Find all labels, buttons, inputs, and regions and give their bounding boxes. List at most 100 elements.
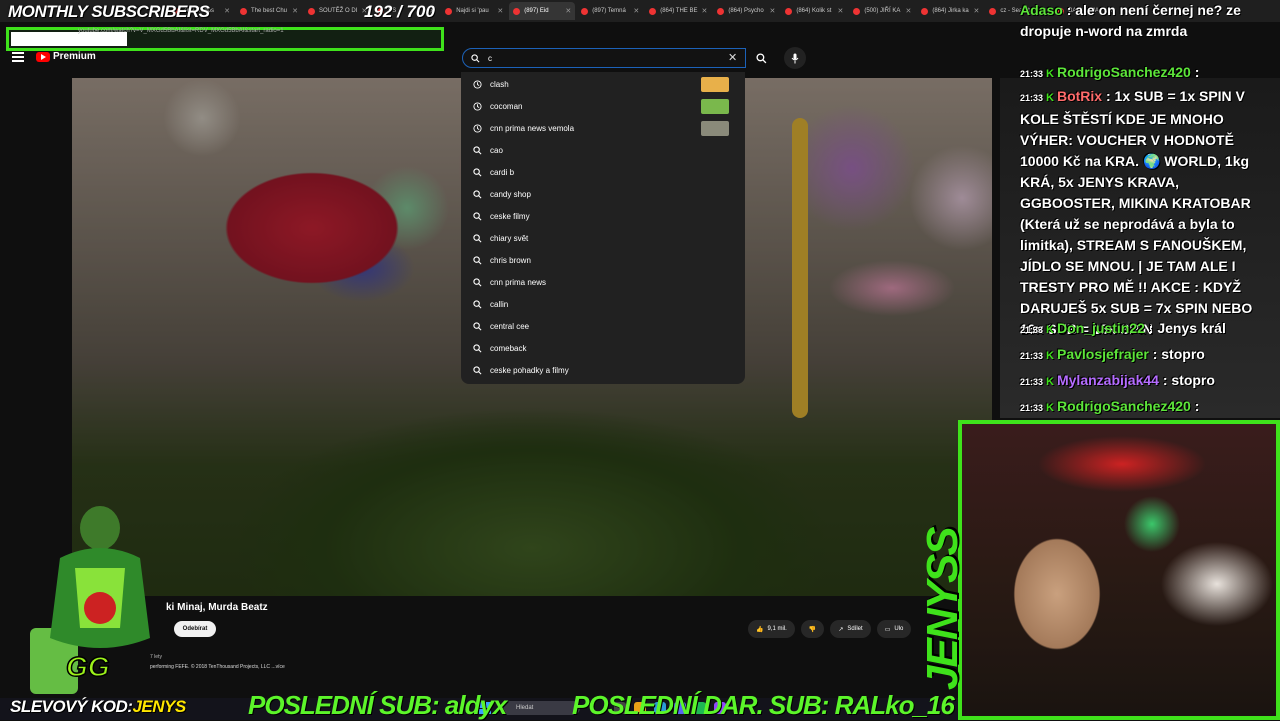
close-tab-icon[interactable]: ✕ — [973, 7, 979, 15]
suggestion-text: clash — [490, 79, 509, 89]
taskbar-search-input[interactable]: Hledat — [500, 701, 580, 715]
youtube-premium-label: Premium — [53, 51, 96, 62]
search-suggestion[interactable]: ceske filmy — [461, 205, 745, 227]
search-icon — [473, 365, 482, 374]
chat-username[interactable]: Adaso — [1020, 2, 1063, 18]
suggestion-text: chiary svět — [490, 233, 529, 243]
search-suggestion[interactable]: chiary svět — [461, 227, 745, 249]
search-query: c — [488, 53, 492, 63]
like-button[interactable]: 👍 9,1 mil. — [748, 620, 795, 638]
close-tab-icon[interactable]: ✕ — [292, 7, 298, 15]
close-tab-icon[interactable]: ✕ — [497, 7, 503, 15]
chat-username[interactable]: Don_justin22 — [1057, 320, 1145, 336]
browser-tab[interactable]: Najdi si 'pau ✕ — [441, 2, 507, 20]
close-tab-icon[interactable]: ✕ — [224, 7, 230, 15]
kick-badge-icon: K — [1046, 68, 1054, 80]
video-description[interactable]: performing FEFE. © 2018 TenThousand Proj… — [150, 664, 285, 670]
search-suggestion[interactable]: callin — [461, 293, 745, 315]
favicon-icon — [785, 7, 793, 15]
chat-username[interactable]: BotRix — [1057, 88, 1102, 104]
search-suggestion[interactable]: comeback — [461, 337, 745, 359]
history-icon — [473, 79, 482, 89]
tab-label: (500) JIŘÍ KA — [864, 8, 901, 14]
dislike-button[interactable]: 👎 — [800, 620, 825, 638]
search-suggestion[interactable]: cnn prima news — [461, 271, 745, 293]
close-tab-icon[interactable]: ✕ — [905, 7, 911, 15]
subscribe-button[interactable]: Odebírat — [174, 621, 216, 637]
like-count: 9,1 mil. — [767, 626, 787, 632]
save-label: Ulo — [894, 626, 904, 632]
browser-tab[interactable]: (864) Psycho ✕ — [713, 2, 779, 20]
search-suggestion[interactable]: cao — [461, 139, 745, 161]
search-input[interactable]: c — [462, 48, 746, 68]
browser-tab[interactable]: (864) THE BE ✕ — [645, 2, 711, 20]
browser-tab[interactable]: (864) Jirka ka ✕ — [917, 2, 983, 20]
chat-username[interactable]: Pavlosjefrajer — [1057, 346, 1149, 362]
browser-tab[interactable]: (864) Kolik st ✕ — [781, 2, 847, 20]
menu-icon[interactable] — [12, 52, 24, 62]
search-suggestion[interactable]: chris brown — [461, 249, 745, 271]
browser-tab[interactable]: The best Chu ✕ — [236, 2, 302, 20]
chat-username[interactable]: Mylanzabijak44 — [1057, 372, 1159, 388]
suggestion-text: cardi b — [490, 167, 515, 177]
search-suggestion[interactable]: candy shop — [461, 183, 745, 205]
suggestion-thumbnail — [701, 99, 729, 114]
tab-label: (864) Psycho — [728, 8, 764, 14]
tab-label: Najdi si 'pau — [456, 8, 489, 14]
search-icon — [755, 52, 766, 63]
close-tab-icon[interactable]: ✕ — [769, 7, 775, 15]
youtube-logo[interactable]: Premium — [36, 51, 96, 62]
favicon-icon — [513, 7, 521, 15]
streamer-name: JENYSS — [918, 528, 967, 690]
share-button[interactable]: ↗ Sdílet — [830, 620, 871, 638]
chat-username[interactable]: RodrigoSanchez420 — [1057, 64, 1191, 80]
coupon-code: JENYS — [132, 697, 186, 716]
close-tab-icon[interactable]: ✕ — [633, 7, 639, 15]
search-icon — [473, 211, 482, 220]
close-tab-icon[interactable]: ✕ — [837, 7, 843, 15]
browser-tab[interactable]: SOUTĚŽ O DI ✕ — [304, 2, 371, 20]
tab-label: (897) Temná — [592, 8, 626, 14]
last-donation-banner: POSLEDNÍ DAR. SUB: RALko_16 — [572, 690, 955, 720]
browser-tab[interactable]: (897) Eid ✕ — [509, 2, 576, 20]
search-suggestion[interactable]: cocoman — [461, 95, 745, 117]
microphone-icon — [791, 53, 799, 63]
search-suggestions: clash cocoman cnn prima news vemola cao card… — [461, 72, 745, 384]
save-button[interactable]: ▭ Ulo — [876, 620, 912, 638]
search-suggestion[interactable]: cnn prima news vemola — [461, 117, 745, 139]
clear-search-icon[interactable]: ✕ — [728, 51, 737, 64]
search-button[interactable] — [749, 47, 773, 69]
search-suggestion[interactable]: clash — [461, 73, 745, 95]
youtube-play-icon — [36, 51, 50, 62]
search-suggestion[interactable]: cardi b — [461, 161, 745, 183]
search-icon — [473, 343, 482, 352]
chat-text: : 1x SUB = 1x SPIN V KOLE ŠTĚSTÍ KDE JE … — [1020, 88, 1253, 337]
suggestion-text: callin — [490, 299, 509, 309]
chat-username[interactable]: RodrigoSanchez420 — [1057, 398, 1191, 414]
chat-time: 21:33 — [1020, 351, 1044, 361]
share-icon: ↗ — [838, 626, 844, 633]
close-tab-icon[interactable]: ✕ — [701, 7, 707, 15]
save-icon: ▭ — [884, 626, 891, 633]
close-tab-icon[interactable]: ✕ — [565, 7, 571, 15]
coupon-prefix: SLEVOVÝ KOD: — [10, 697, 133, 716]
search-icon — [473, 233, 482, 242]
history-icon — [473, 123, 482, 133]
favicon-icon — [581, 7, 589, 15]
video-channel-name[interactable]: ki Minaj, Murda Beatz — [166, 602, 268, 613]
voice-search-button[interactable] — [784, 47, 806, 69]
address-bar-url[interactable]: youtube.com/watch?v=V_MXGd5BbAI&list=RDV… — [78, 28, 284, 34]
tab-label: SOUTĚŽ O DI — [319, 8, 358, 14]
search-suggestion[interactable]: central cee — [461, 315, 745, 337]
kick-badge-icon: K — [1046, 350, 1054, 362]
suggestion-text: ceske pohadky a filmy — [490, 365, 569, 375]
history-icon — [473, 101, 482, 111]
share-label: Sdílet — [847, 626, 863, 632]
browser-tab[interactable]: (500) JIŘÍ KA ✕ — [849, 2, 915, 20]
favicon-icon — [649, 7, 657, 15]
chat-message: 21:33 K RodrigoSanchez420 : — [1020, 396, 1276, 419]
favicon-icon — [921, 7, 929, 15]
browser-tab[interactable]: (897) Temná ✕ — [577, 2, 643, 20]
search-suggestion[interactable]: ceske pohadky a filmy — [461, 359, 745, 381]
tab-label: (864) Jirka ka — [932, 8, 969, 14]
